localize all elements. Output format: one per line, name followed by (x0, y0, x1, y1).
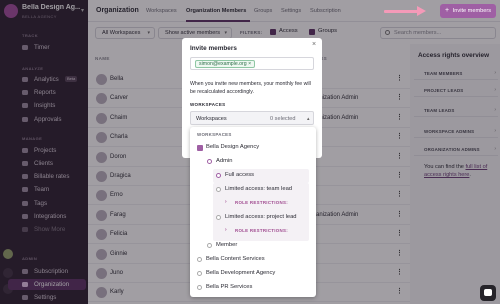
checkbox-checked-icon (197, 145, 203, 151)
radio-icon (216, 215, 221, 220)
email-chip: simon@example.org × (195, 60, 256, 68)
billing-note: When you invite new members, your monthl… (190, 81, 311, 95)
invite-members-label: Invite members (452, 8, 491, 14)
plus-icon: + (445, 7, 450, 14)
close-icon[interactable]: × (312, 41, 316, 48)
email-chip-value: simon@example.org (199, 61, 247, 67)
arrow-shaft (384, 10, 420, 13)
modal-title: Invite members (190, 45, 237, 52)
workspaces-select-count: 0 selected (270, 116, 296, 122)
workspaces-label: WORKSPACES (190, 102, 226, 107)
chevron-right-icon: › (225, 227, 227, 233)
radio-icon (197, 271, 202, 276)
invite-members-button[interactable]: + Invite members (440, 4, 496, 18)
chevron-up-icon: ▴ (307, 116, 310, 122)
chat-icon[interactable] (480, 285, 496, 301)
annotation-arrow-icon (384, 6, 426, 16)
workspaces-select[interactable]: Workspaces 0 selected ▴ (190, 111, 314, 125)
radio-icon (197, 285, 202, 290)
app: { "workspace": {"name": "Bella Design Ag… (0, 0, 500, 304)
radio-icon (207, 243, 212, 248)
radio-selected-icon (207, 159, 212, 164)
email-input[interactable]: simon@example.org × (190, 57, 314, 70)
workspaces-select-label: Workspaces (196, 116, 227, 122)
radio-selected-icon (216, 173, 221, 178)
chevron-right-icon: › (225, 199, 227, 205)
dropdown-label: WORKSPACES (197, 132, 232, 137)
radio-icon (216, 187, 221, 192)
workspaces-dropdown: WORKSPACES Bella Design Agency Admin Ful… (190, 127, 316, 297)
chip-remove-icon[interactable]: × (248, 61, 251, 67)
radio-icon (197, 257, 202, 262)
arrow-head (417, 6, 426, 16)
